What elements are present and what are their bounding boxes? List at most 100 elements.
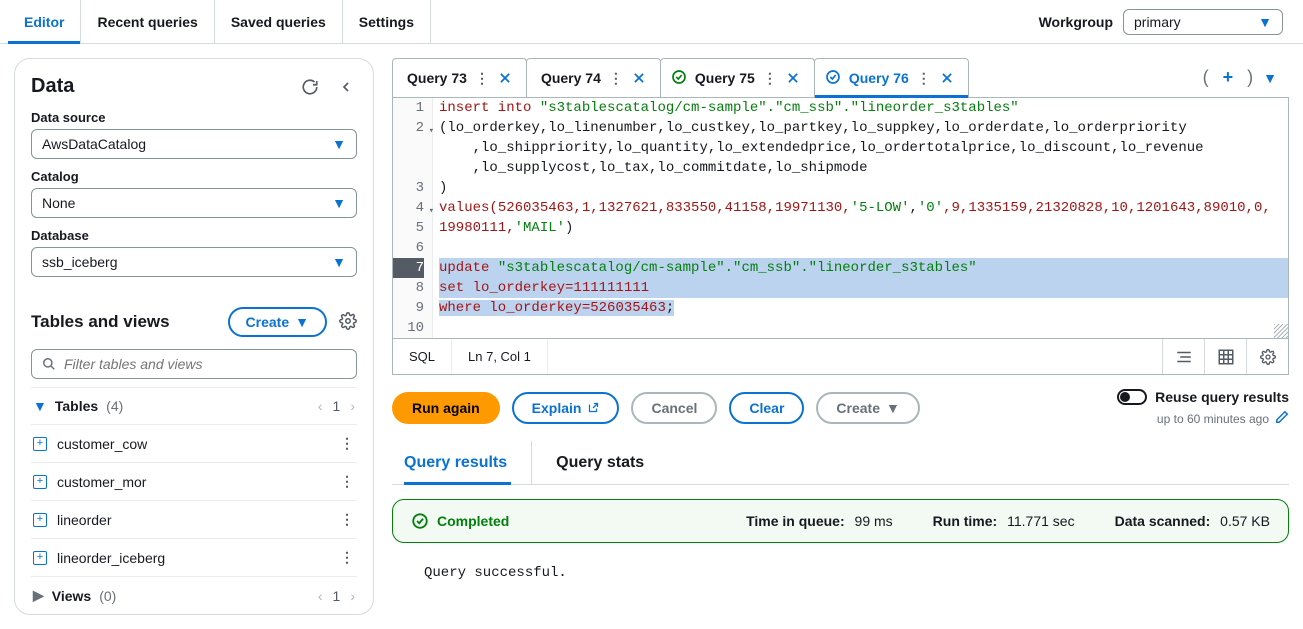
prev-page-icon[interactable]: ‹ — [318, 588, 323, 604]
expand-icon[interactable]: + — [33, 551, 47, 565]
resize-handle[interactable] — [1274, 324, 1288, 338]
code-line: ,lo_shippriority,lo_quantity,lo_extended… — [439, 138, 1288, 158]
create-query-button[interactable]: Create ▼ — [816, 392, 919, 424]
views-count: (0) — [99, 588, 116, 604]
metric-value: 99 ms — [855, 513, 893, 529]
code-line: (lo_orderkey,lo_linenumber,lo_custkey,lo… — [439, 118, 1288, 138]
external-link-icon — [587, 402, 599, 414]
language-indicator: SQL — [393, 339, 452, 374]
query-tab[interactable]: Query 75 ⋮ — [660, 58, 815, 97]
gear-icon[interactable] — [339, 312, 357, 333]
check-circle-icon — [411, 512, 429, 530]
code-token: ; — [666, 300, 674, 316]
editor-status-bar: SQL Ln 7, Col 1 — [392, 339, 1289, 375]
caret-down-icon: ▼ — [332, 195, 346, 211]
kebab-icon[interactable]: ⋮ — [340, 511, 355, 528]
results-tab-query-results[interactable]: Query results — [404, 441, 532, 484]
code-token: '5-LOW' — [851, 200, 910, 216]
top-tab-saved-queries[interactable]: Saved queries — [215, 0, 343, 43]
kebab-icon[interactable]: ⋮ — [340, 473, 355, 490]
query-tab[interactable]: Query 74 ⋮ — [526, 58, 661, 97]
metric-label: Run time: — [933, 513, 998, 529]
expand-icon[interactable]: + — [33, 475, 47, 489]
kebab-icon[interactable]: ⋮ — [609, 70, 624, 87]
reuse-results-toggle[interactable]: Reuse query results — [1117, 389, 1289, 405]
catalog-select[interactable]: None ▼ — [31, 188, 357, 218]
run-again-button[interactable]: Run again — [392, 392, 500, 424]
kebab-icon[interactable]: ⋮ — [763, 70, 778, 87]
close-icon[interactable] — [936, 67, 958, 89]
kebab-icon[interactable]: ⋮ — [917, 70, 932, 87]
kebab-icon[interactable]: ⋮ — [340, 435, 355, 452]
query-tab-title: Query 73 — [403, 70, 471, 86]
database-select[interactable]: ssb_iceberg ▼ — [31, 247, 357, 277]
caret-down-icon: ▼ — [1258, 14, 1272, 30]
top-tab-editor[interactable]: Editor — [8, 0, 81, 43]
gear-icon[interactable] — [1246, 339, 1288, 374]
pencil-icon[interactable] — [1275, 410, 1289, 427]
caret-down-icon: ▼ — [295, 314, 309, 330]
create-button[interactable]: Create ▼ — [228, 307, 327, 337]
query-tab[interactable]: Query 73 ⋮ — [392, 58, 527, 97]
database-label: Database — [31, 228, 357, 243]
code-line: ,lo_supplycost,lo_tax,lo_commitdate,lo_s… — [439, 158, 1288, 178]
tables-views-title: Tables and views — [31, 312, 170, 332]
metric-value: 0.57 KB — [1220, 513, 1270, 529]
check-circle-icon — [825, 69, 841, 88]
code-token: 111111111 — [573, 280, 649, 296]
workgroup-select[interactable]: primary ▼ — [1123, 9, 1283, 35]
data-source-select[interactable]: AwsDataCatalog ▼ — [31, 129, 357, 159]
sql-editor[interactable]: 1 2▾ 3 4▾ 5 6 7 8 9 10 insert into "s3ta… — [392, 98, 1289, 339]
top-tab-settings[interactable]: Settings — [343, 0, 431, 43]
caret-right-icon: ▶ — [33, 587, 44, 604]
code-token: 'MAIL' — [515, 220, 565, 236]
results-tab-query-stats[interactable]: Query stats — [556, 441, 668, 484]
top-tab-recent-queries[interactable]: Recent queries — [81, 0, 214, 43]
close-icon[interactable] — [628, 67, 650, 89]
cursor-position: Ln 7, Col 1 — [452, 339, 548, 374]
next-page-icon[interactable]: › — [350, 588, 355, 604]
grid-icon[interactable] — [1204, 339, 1246, 374]
table-row[interactable]: +customer_mor ⋮ — [31, 463, 357, 501]
cancel-button[interactable]: Cancel — [631, 392, 717, 424]
tables-count: (4) — [106, 398, 123, 414]
query-tab[interactable]: Query 76 ⋮ — [814, 58, 969, 97]
explain-button[interactable]: Explain — [512, 392, 620, 424]
close-icon[interactable] — [782, 67, 804, 89]
page-number: 1 — [333, 398, 341, 414]
workgroup-selector: Workgroup primary ▼ — [1039, 9, 1295, 35]
views-category-row[interactable]: ▶ Views (0) ‹ 1 › — [31, 577, 357, 615]
kebab-icon[interactable]: ⋮ — [475, 70, 490, 87]
prev-page-icon[interactable]: ‹ — [318, 398, 323, 414]
filter-tables-search[interactable] — [31, 349, 357, 379]
code-token: "s3tablescatalog/cm-sample"."cm_ssb"."li… — [498, 260, 977, 276]
tables-category-row[interactable]: ▼ Tables (4) ‹ 1 › — [31, 388, 357, 425]
close-icon[interactable] — [494, 67, 516, 89]
query-tab-title: Query 75 — [691, 70, 759, 86]
query-tab-bar: Query 73 ⋮ Query 74 ⋮ Query 75 ⋮ Query 7… — [392, 58, 1289, 98]
new-tab-button[interactable]: + — [1213, 63, 1244, 92]
kebab-icon[interactable]: ⋮ — [340, 549, 355, 566]
table-row[interactable]: +customer_cow ⋮ — [31, 425, 357, 463]
workgroup-label: Workgroup — [1039, 14, 1113, 30]
code-content[interactable]: insert into "s3tablescatalog/cm-sample".… — [433, 98, 1288, 338]
run-time-metric: Run time: 11.771 sec — [933, 513, 1075, 529]
refresh-icon[interactable] — [299, 76, 321, 98]
tables-category-label: Tables — [55, 398, 98, 414]
collapse-icon[interactable] — [335, 76, 357, 98]
table-row[interactable]: +lineorder_iceberg ⋮ — [31, 539, 357, 577]
data-source-label: Data source — [31, 110, 357, 125]
expand-icon[interactable]: + — [33, 513, 47, 527]
metric-value: 11.771 sec — [1007, 513, 1074, 529]
table-row[interactable]: +lineorder ⋮ — [31, 501, 357, 539]
format-icon[interactable] — [1162, 339, 1204, 374]
page-number: 1 — [333, 588, 341, 604]
line-gutter: 1 2▾ 3 4▾ 5 6 7 8 9 10 — [393, 98, 433, 338]
tabs-menu-caret[interactable]: ▼ — [1257, 70, 1283, 86]
next-page-icon[interactable]: › — [350, 398, 355, 414]
filter-tables-input[interactable] — [64, 356, 346, 372]
explain-label: Explain — [532, 400, 582, 416]
code-token: , — [909, 200, 917, 216]
clear-button[interactable]: Clear — [729, 392, 804, 424]
expand-icon[interactable]: + — [33, 437, 47, 451]
